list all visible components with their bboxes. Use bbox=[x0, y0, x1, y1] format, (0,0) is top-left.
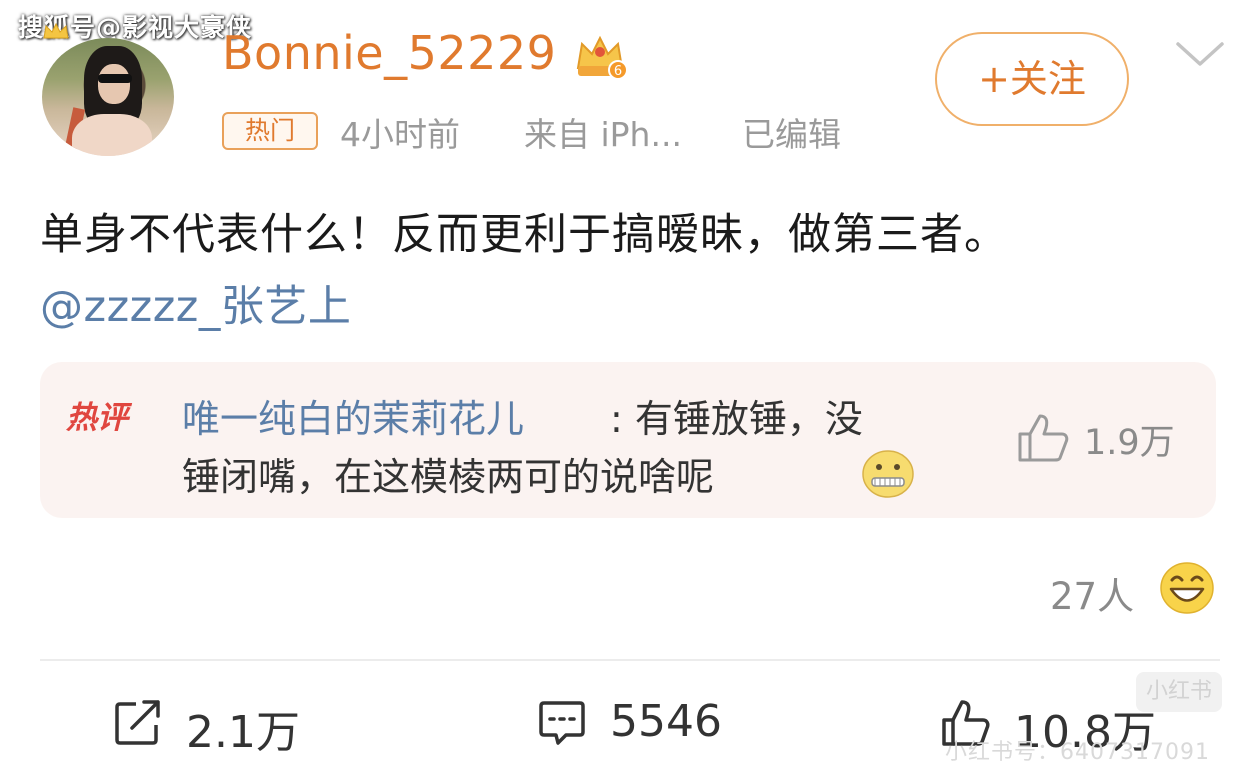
comment-text-line2: 锤闭嘴，在这模棱两可的说啥呢 bbox=[182, 455, 715, 499]
watermark-logo: 小红书 bbox=[1136, 672, 1222, 712]
zipper-mouth-emoji bbox=[862, 450, 914, 498]
comment-like-count: 1.9万 bbox=[1084, 423, 1175, 463]
follow-button[interactable]: +关注 bbox=[935, 32, 1129, 126]
comment-icon[interactable] bbox=[536, 698, 588, 748]
post-time: 4小时前 bbox=[340, 115, 460, 154]
vip-crown-icon: 6 bbox=[576, 35, 628, 80]
chevron-down-icon[interactable] bbox=[1172, 36, 1228, 72]
avatar-sunglasses bbox=[98, 74, 132, 83]
post-text: 单身不代表什么！反而更利于搞暧昧，做第三者。 bbox=[40, 210, 1008, 260]
reaction-count[interactable]: 27人 bbox=[1050, 566, 1134, 620]
vip-level: 6 bbox=[614, 64, 622, 79]
avatar-body bbox=[72, 114, 152, 156]
username[interactable]: Bonnie_52229 bbox=[222, 26, 556, 80]
laughing-emoji[interactable] bbox=[1158, 560, 1216, 616]
thumbs-up-icon[interactable] bbox=[1014, 410, 1072, 466]
hot-comment-label: 热评 bbox=[66, 400, 128, 436]
avatar-face bbox=[98, 64, 130, 104]
post-source: 来自 iPh... bbox=[524, 115, 682, 154]
crown-icon bbox=[43, 22, 69, 39]
watermark-bottom: 小红书号：6407317091 bbox=[945, 740, 1210, 765]
share-icon[interactable] bbox=[112, 698, 164, 748]
comment-author[interactable]: 唯一纯白的茉莉花儿 bbox=[182, 388, 524, 443]
hot-tag: 热门 bbox=[222, 112, 318, 150]
avatar[interactable] bbox=[42, 38, 174, 156]
share-count[interactable]: 2.1万 bbox=[186, 696, 300, 760]
comment-text-line1: : 有锤放锤，没 bbox=[610, 397, 863, 441]
mention-link[interactable]: @zzzzz_张艺上 bbox=[40, 272, 351, 334]
comment-count[interactable]: 5546 bbox=[610, 696, 722, 747]
divider bbox=[40, 659, 1220, 661]
edited-label[interactable]: 已编辑 bbox=[742, 108, 841, 156]
